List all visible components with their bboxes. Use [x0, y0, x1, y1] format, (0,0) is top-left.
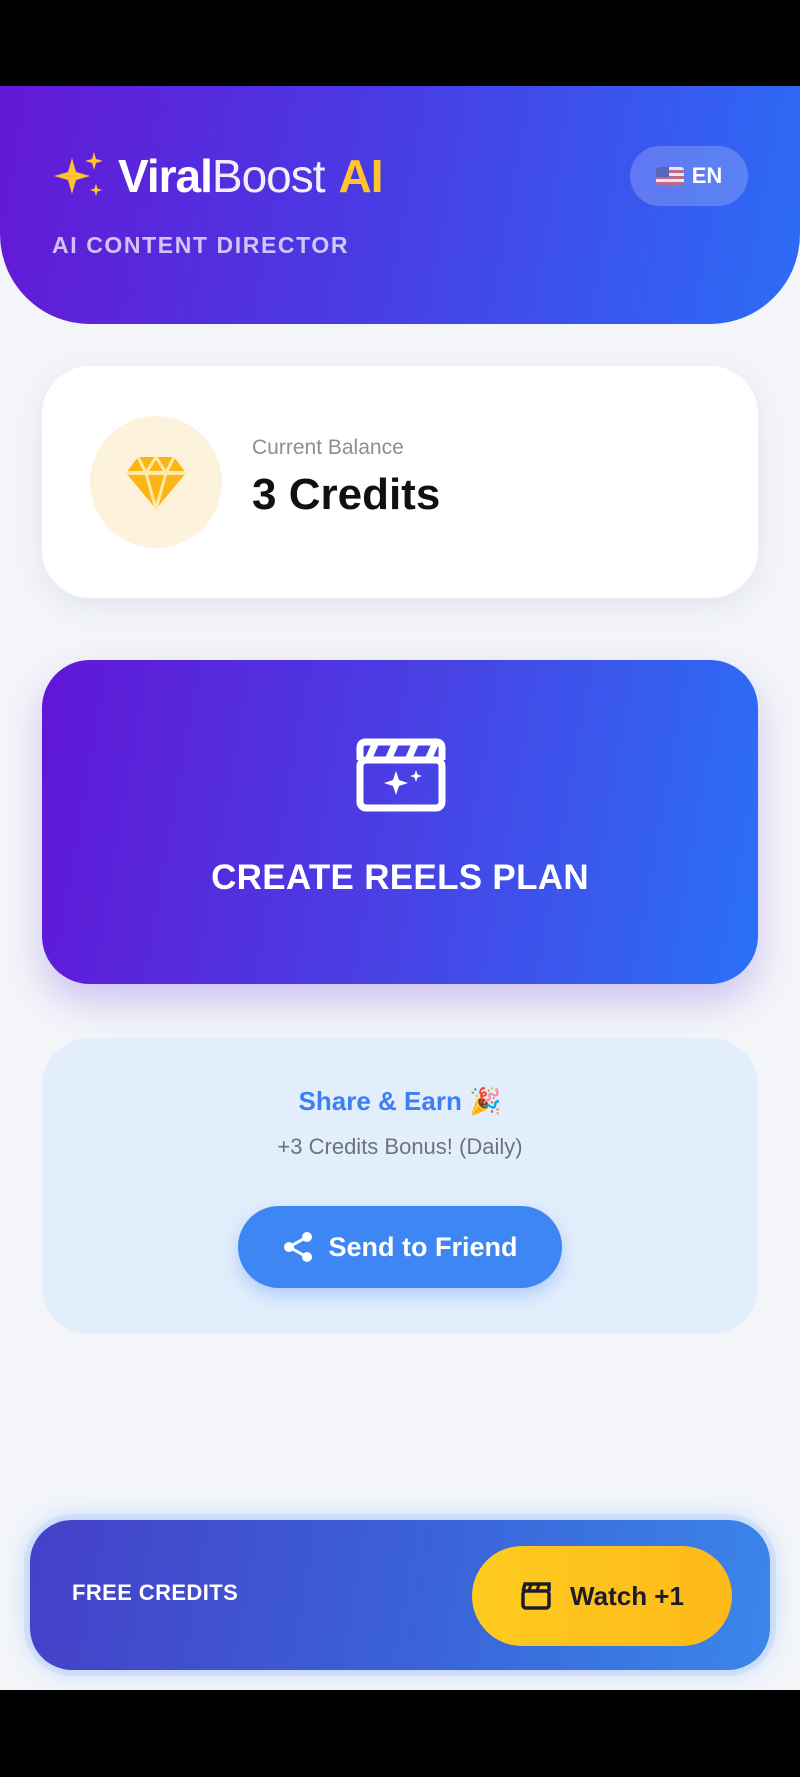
create-reels-plan-label: CREATE REELS PLAN [211, 858, 589, 897]
brand-part-boost: Boost [211, 150, 326, 202]
app-title: Viral Boost AI [118, 149, 384, 203]
language-button[interactable]: EN [630, 146, 748, 206]
share-earn-card: Share & Earn 🎉 +3 Credits Bonus! (Daily)… [42, 1038, 758, 1334]
create-reels-plan-button[interactable]: CREATE REELS PLAN [42, 660, 758, 984]
send-to-friend-label: Send to Friend [328, 1231, 518, 1262]
gem-badge [90, 416, 222, 548]
free-credits-bar: FREE CREDITS Watch +1 [30, 1520, 770, 1670]
share-subtitle: +3 Credits Bonus! (Daily) [277, 1134, 523, 1159]
balance-value: 3 Credits [252, 470, 441, 519]
black-top-bar [0, 0, 800, 86]
us-flag-icon [655, 167, 684, 185]
app-screen: Viral Boost AI AI CONTENT DIRECTOR EN Cu… [0, 86, 800, 1690]
share-title: Share & Earn 🎉 [298, 1086, 502, 1116]
balance-card: Current Balance 3 Credits [42, 366, 758, 598]
app-subtitle: AI CONTENT DIRECTOR [52, 232, 350, 258]
brand-logo: Viral Boost AI [54, 148, 384, 204]
app-header: Viral Boost AI AI CONTENT DIRECTOR EN [0, 86, 800, 324]
video-icon [521, 1582, 551, 1610]
black-bottom-bar [0, 1690, 800, 1777]
watch-ad-button[interactable]: Watch +1 [472, 1546, 732, 1646]
balance-label: Current Balance [252, 436, 404, 459]
watch-ad-label: Watch +1 [570, 1580, 684, 1611]
brand-part-ai: AI [338, 150, 384, 202]
gem-icon [126, 454, 186, 510]
brand-part-viral: Viral [118, 150, 213, 202]
share-icon [283, 1232, 312, 1262]
language-label: EN [691, 163, 723, 188]
clapperboard-icon [356, 738, 446, 812]
sparkles-icon [54, 152, 103, 196]
send-to-friend-button[interactable]: Send to Friend [238, 1206, 562, 1288]
free-credits-label: FREE CREDITS [72, 1580, 239, 1605]
